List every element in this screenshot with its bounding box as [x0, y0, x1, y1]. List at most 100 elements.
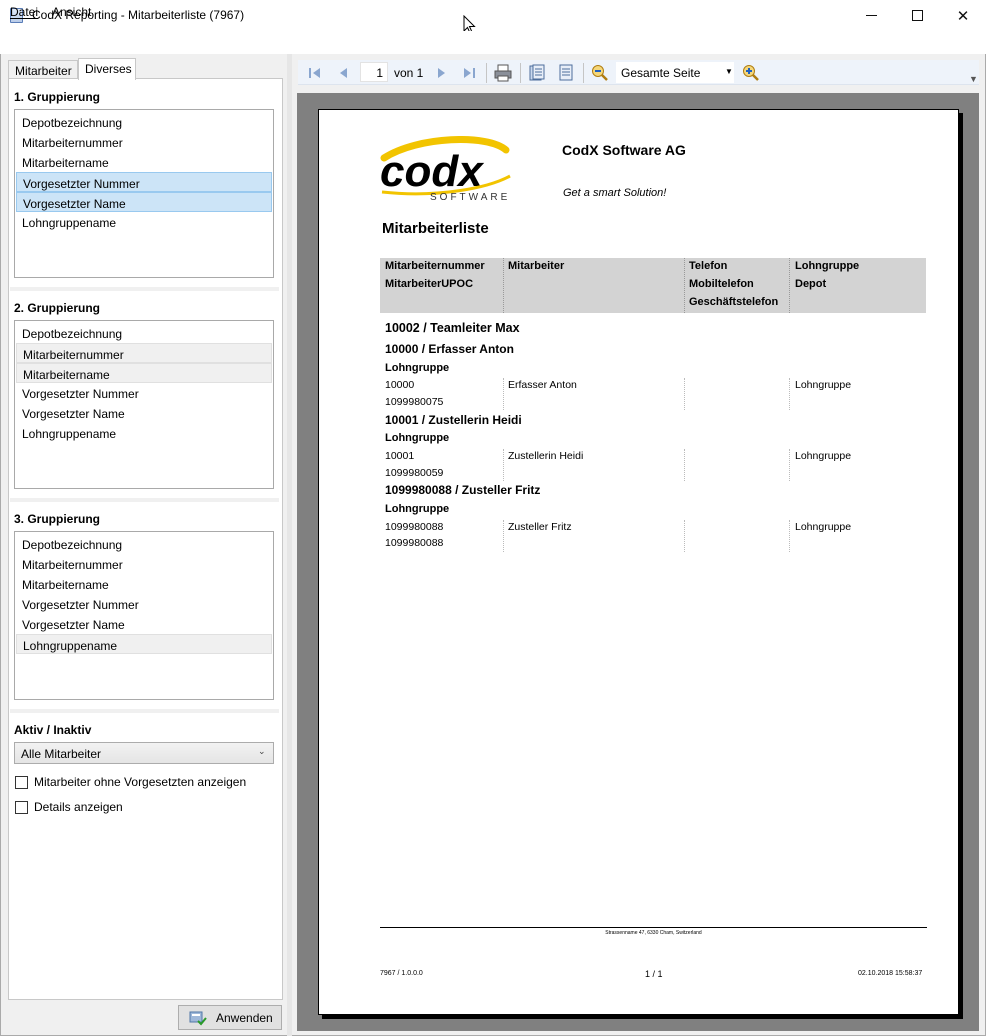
- header-mobiltelefon: Mobiltelefon: [689, 278, 754, 290]
- cell-name: Zusteller Fritz: [508, 521, 572, 533]
- header-mitarbeiter: Mitarbeiter: [508, 260, 565, 272]
- menu-ansicht[interactable]: Ansicht: [52, 5, 91, 19]
- grouping-3-list[interactable]: Depotbezeichnung Mitarbeiternummer Mitar…: [14, 531, 274, 700]
- grouping-1-list[interactable]: Depotbezeichnung Mitarbeiternummer Mitar…: [14, 109, 274, 278]
- lohngruppe-heading: Lohngruppe: [385, 362, 450, 374]
- header-lohngruppe: Lohngruppe: [795, 260, 860, 272]
- row-divider: [789, 449, 790, 481]
- menu-bar: [0, 31, 986, 54]
- page-count-label: von 1: [394, 66, 424, 80]
- column-divider: [503, 258, 504, 313]
- header-geschaeftstelefon: Geschäftstelefon: [689, 296, 779, 308]
- chevron-down-icon: ⌄: [258, 746, 266, 756]
- footer-date: 02.10.2018 15:58:37: [858, 970, 923, 977]
- print-icon[interactable]: [494, 64, 512, 82]
- row-divider: [684, 378, 685, 410]
- row-divider: [503, 378, 504, 410]
- menu-datei[interactable]: Datei: [10, 5, 38, 19]
- report-title: Mitarbeiterliste: [382, 220, 489, 237]
- column-divider: [789, 258, 790, 313]
- row-divider: [684, 449, 685, 481]
- list-item[interactable]: Mitarbeitername: [16, 152, 272, 172]
- header-depot: Depot: [795, 278, 827, 290]
- divider: [10, 709, 279, 713]
- list-item[interactable]: Depotbezeichnung: [16, 112, 272, 132]
- list-item[interactable]: Mitarbeiternummer: [16, 554, 272, 574]
- codx-logo: codx SOFTWARE: [380, 136, 511, 203]
- minimize-button[interactable]: [848, 0, 894, 31]
- details-checkbox[interactable]: [15, 801, 28, 814]
- lohngruppe-heading: Lohngruppe: [385, 503, 450, 515]
- list-item[interactable]: Mitarbeitername: [16, 574, 272, 594]
- grouping-2-title: 2. Gruppierung: [14, 301, 101, 315]
- first-page-icon[interactable]: [306, 64, 324, 82]
- cell-upoc: 1099980075: [385, 396, 444, 408]
- ohne-vorgesetzten-checkbox[interactable]: [15, 776, 28, 789]
- group-heading-2: 10000 / Erfasser Anton: [385, 342, 514, 356]
- ohne-vorgesetzten-label: Mitarbeiter ohne Vorgesetzten anzeigen: [34, 775, 247, 789]
- company-slogan: Get a smart Solution!: [563, 187, 667, 199]
- zoom-in-icon[interactable]: [742, 64, 760, 82]
- apply-button[interactable]: Anwenden: [178, 1005, 282, 1030]
- footer-address: Strassenname 47, 6330 Cham, Switzerland: [605, 930, 702, 936]
- list-item-selected[interactable]: Vorgesetzter Nummer: [16, 172, 272, 192]
- last-page-icon[interactable]: [460, 64, 478, 82]
- chevron-down-icon: ▼: [725, 67, 733, 76]
- list-item[interactable]: Lohngruppename: [16, 212, 272, 232]
- list-item-highlighted[interactable]: Mitarbeiternummer: [16, 343, 272, 363]
- divider: [10, 498, 279, 502]
- zoom-out-icon[interactable]: [591, 64, 609, 82]
- maximize-icon: [911, 10, 923, 21]
- cell-name: Erfasser Anton: [508, 379, 577, 391]
- maximize-button[interactable]: [894, 0, 940, 31]
- aktiv-dropdown[interactable]: Alle Mitarbeiter: [14, 742, 274, 764]
- row-divider: [684, 520, 685, 552]
- list-item[interactable]: Vorgesetzter Nummer: [16, 594, 272, 614]
- cell-upoc: 1099980088: [385, 537, 444, 549]
- cell-lohngruppe: Lohngruppe: [795, 450, 852, 462]
- list-item[interactable]: Vorgesetzter Name: [16, 403, 272, 423]
- list-item[interactable]: Mitarbeiternummer: [16, 132, 272, 152]
- report-page: [318, 109, 959, 1015]
- page-number-input[interactable]: 1: [360, 62, 388, 82]
- list-item[interactable]: Vorgesetzter Name: [16, 614, 272, 634]
- page-setup-icon[interactable]: [528, 64, 546, 82]
- footer-version: 7967 / 1.0.0.0: [380, 970, 423, 977]
- panel-splitter[interactable]: [287, 54, 292, 1036]
- list-item[interactable]: Depotbezeichnung: [16, 323, 272, 343]
- list-item-highlighted[interactable]: Mitarbeitername: [16, 363, 272, 383]
- row-divider: [789, 520, 790, 552]
- toolbar-separator: [583, 63, 584, 83]
- group-heading-2: 10001 / Zustellerin Heidi: [385, 413, 522, 427]
- cell-nr: 10000: [385, 379, 415, 391]
- lohngruppe-heading: Lohngruppe: [385, 432, 450, 444]
- cell-upoc: 1099980059: [385, 467, 444, 479]
- next-page-icon[interactable]: [432, 64, 450, 82]
- aktiv-title: Aktiv / Inaktiv: [14, 723, 92, 737]
- row-divider: [503, 449, 504, 481]
- list-item[interactable]: Depotbezeichnung: [16, 534, 272, 554]
- footer-line: [380, 927, 927, 928]
- cell-lohngruppe: Lohngruppe: [795, 521, 852, 533]
- close-icon: ✕: [956, 7, 970, 25]
- previous-page-icon[interactable]: [335, 64, 353, 82]
- list-item[interactable]: Vorgesetzter Nummer: [16, 383, 272, 403]
- toolbar-overflow-icon[interactable]: ▼: [969, 74, 978, 84]
- export-icon[interactable]: [557, 64, 575, 82]
- list-item-selected[interactable]: Vorgesetzter Name: [16, 192, 272, 212]
- header-mitarbeiternummer: Mitarbeiternummer: [385, 260, 485, 272]
- tab-mitarbeiter[interactable]: Mitarbeiter: [8, 60, 78, 79]
- apply-icon: [189, 1011, 207, 1025]
- cell-lohngruppe: Lohngruppe: [795, 379, 852, 391]
- zoom-dropdown[interactable]: Gesamte Seite: [616, 62, 734, 83]
- details-label: Details anzeigen: [34, 800, 123, 814]
- footer-page-number: 1 / 1: [645, 969, 663, 979]
- close-button[interactable]: ✕: [940, 0, 986, 31]
- svg-text:SOFTWARE: SOFTWARE: [430, 192, 510, 203]
- tab-diverses[interactable]: Diverses: [78, 58, 136, 80]
- list-item-highlighted[interactable]: Lohngruppename: [16, 634, 272, 654]
- apply-label: Anwenden: [216, 1010, 273, 1025]
- cell-nr: 1099980088: [385, 521, 444, 533]
- grouping-2-list[interactable]: Depotbezeichnung Mitarbeiternummer Mitar…: [14, 320, 274, 489]
- list-item[interactable]: Lohngruppename: [16, 423, 272, 443]
